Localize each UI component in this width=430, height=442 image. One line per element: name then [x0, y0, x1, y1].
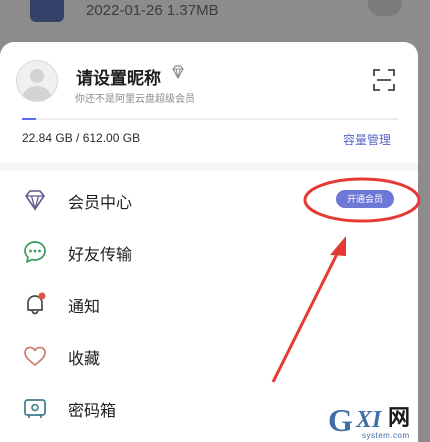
highlight-ellipse	[303, 177, 421, 223]
annotation-overlay	[271, 177, 421, 383]
pointer-arrow-shaft	[271, 249, 341, 383]
pointer-arrow-head	[330, 236, 346, 256]
watermark-logo: G XI 网 system.com	[328, 402, 411, 440]
